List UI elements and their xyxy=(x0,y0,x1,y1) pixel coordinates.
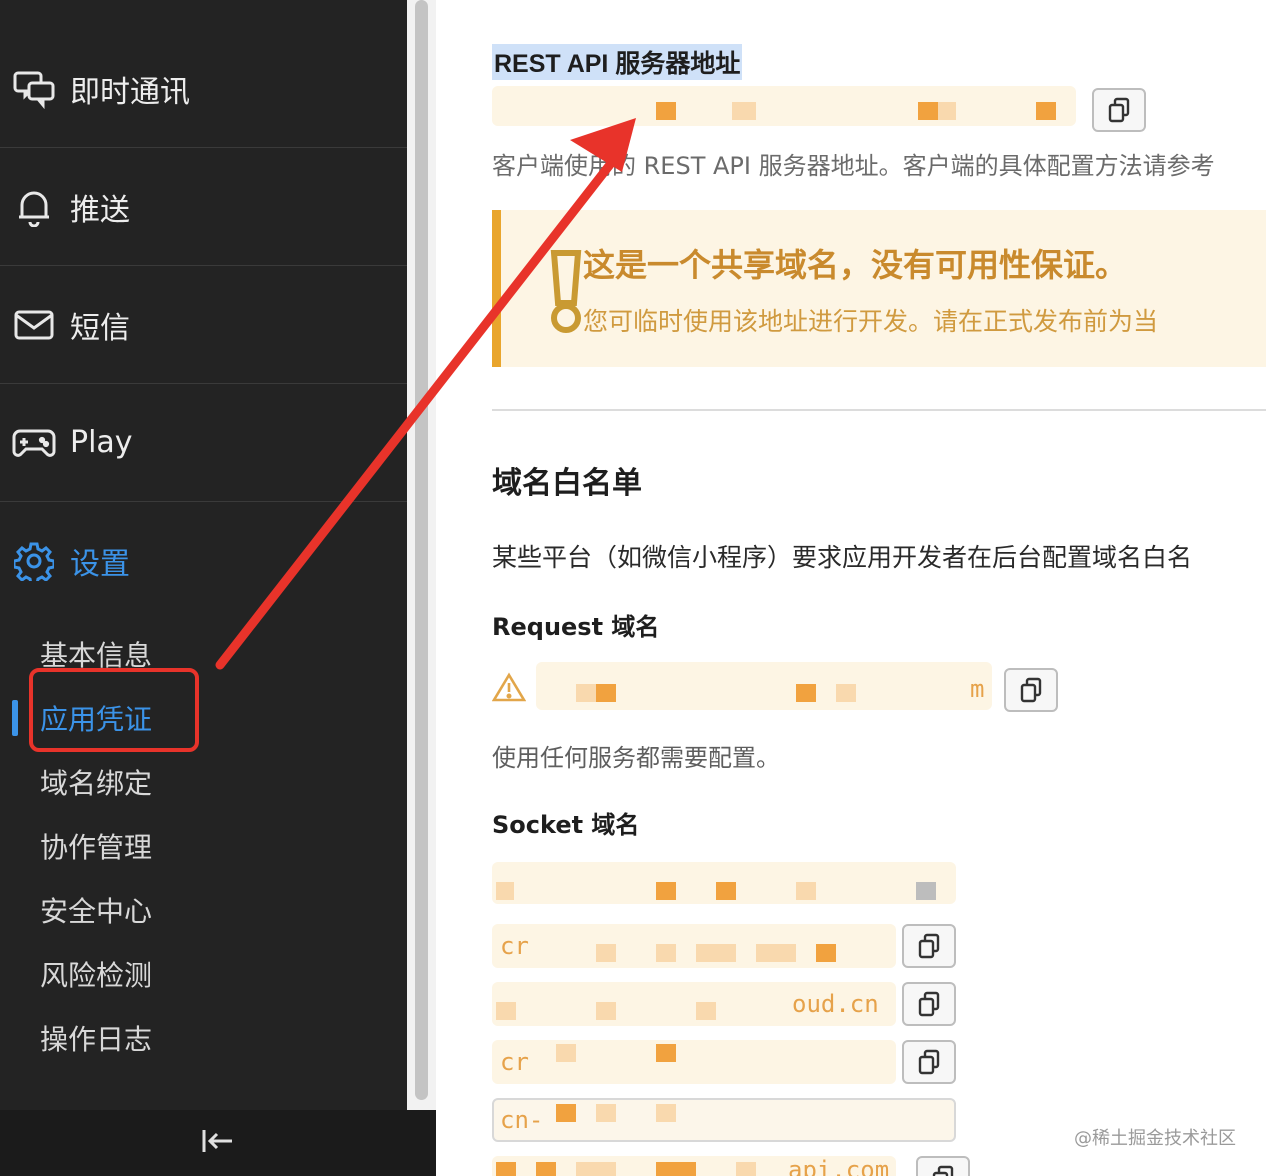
request-domain-fragment: m xyxy=(970,675,985,703)
copy-icon xyxy=(918,933,940,959)
nav-item-label: 推送 xyxy=(70,192,130,228)
nav-item-label: 即时通讯 xyxy=(70,74,190,110)
bell-icon xyxy=(12,185,56,229)
nav-item-label: Play xyxy=(70,425,133,460)
redaction-block xyxy=(576,684,596,702)
redaction-block xyxy=(656,1104,676,1122)
sub-item-domain-binding[interactable]: 域名绑定 xyxy=(40,762,152,802)
sub-item-collaboration[interactable]: 协作管理 xyxy=(40,826,152,866)
redaction-block xyxy=(596,944,616,962)
redaction-block xyxy=(816,944,836,962)
socket-domain-fragment: cr xyxy=(500,1048,529,1076)
section-divider xyxy=(492,409,1266,411)
redaction-block xyxy=(918,102,938,120)
socket-domain-label: Socket 域名 xyxy=(492,811,640,839)
warning-title: 这是一个共享域名，没有可用性保证。 xyxy=(583,246,1128,284)
nav-item-label: 短信 xyxy=(70,310,130,346)
main-content: REST API 服务器地址 客户端使用的 REST API 服务器地址。客户端… xyxy=(436,0,1266,1176)
redaction-block xyxy=(496,1162,516,1176)
socket-domain-fragment: cr xyxy=(500,932,529,960)
redaction-block xyxy=(1036,102,1056,120)
nav-item-play[interactable]: Play xyxy=(0,384,407,502)
copy-icon xyxy=(918,991,940,1017)
domain-whitelist-description: 某些平台（如微信小程序）要求应用开发者在后台配置域名白名 xyxy=(492,543,1193,572)
copy-socket-domain-button[interactable] xyxy=(902,924,956,968)
annotation-highlight-box xyxy=(29,668,199,752)
sub-item-security-center[interactable]: 安全中心 xyxy=(40,890,152,930)
redaction-block xyxy=(656,1044,676,1062)
nav-item-im[interactable]: 即时通讯 xyxy=(0,30,407,148)
redaction-block xyxy=(596,684,616,702)
chat-icon xyxy=(12,67,56,111)
copy-socket-domain-button[interactable] xyxy=(902,1040,956,1084)
sub-item-risk-detection[interactable]: 风险检测 xyxy=(40,954,152,994)
copy-request-domain-button[interactable] xyxy=(1004,668,1058,712)
warning-triangle-icon xyxy=(491,672,527,707)
socket-domain-fragment: oud.cn xyxy=(792,990,879,1018)
sub-item-operation-log[interactable]: 操作日志 xyxy=(40,1018,152,1058)
socket-domain-redacted-row xyxy=(492,1040,896,1084)
redaction-block xyxy=(732,102,756,120)
redaction-block xyxy=(596,1104,616,1122)
nav-item-label: 设置 xyxy=(70,547,130,582)
redaction-block xyxy=(596,1002,616,1020)
redaction-block xyxy=(836,684,856,702)
redaction-block xyxy=(696,1002,716,1020)
redaction-block xyxy=(536,1162,556,1176)
nav-item-sms[interactable]: 短信 xyxy=(0,266,407,384)
redaction-block xyxy=(556,1104,576,1122)
collapse-left-icon[interactable] xyxy=(201,1128,235,1159)
copy-button[interactable] xyxy=(1092,88,1146,132)
warning-exclamation-icon xyxy=(544,248,588,341)
redaction-block xyxy=(656,944,676,962)
redaction-block xyxy=(556,1044,576,1062)
copy-icon xyxy=(918,1049,940,1075)
sidebar: 即时通讯 推送 短信 Play 设置 基本信息 应用凭证 域名绑定 协作管理 安… xyxy=(0,0,407,1110)
redaction-block xyxy=(736,1162,756,1176)
mail-icon xyxy=(12,303,56,347)
copy-icon xyxy=(1020,677,1042,703)
rest-api-title: REST API 服务器地址 xyxy=(492,44,743,80)
redaction-block xyxy=(576,1162,616,1176)
sidebar-footer xyxy=(0,1110,436,1176)
nav-item-settings[interactable]: 设置 xyxy=(0,502,407,620)
redaction-block xyxy=(796,882,816,900)
warning-callout xyxy=(492,210,1266,367)
active-indicator xyxy=(12,700,18,736)
redaction-block xyxy=(656,102,676,120)
socket-domain-fragment: cn- xyxy=(500,1106,544,1134)
redaction-block xyxy=(938,102,956,120)
copy-socket-domain-button[interactable] xyxy=(902,982,956,1026)
redaction-block xyxy=(496,882,514,900)
watermark: @稀土掘金技术社区 xyxy=(1074,1128,1236,1149)
rest-api-url-redacted xyxy=(492,86,1076,126)
nav-item-push[interactable]: 推送 xyxy=(0,148,407,266)
sidebar-scrollbar-thumb[interactable] xyxy=(415,0,428,1100)
copy-icon xyxy=(1108,97,1130,123)
rest-api-description: 客户端使用的 REST API 服务器地址。客户端的具体配置方法请参考 xyxy=(492,152,1215,180)
request-domain-note: 使用任何服务都需要配置。 xyxy=(492,744,780,772)
domain-whitelist-heading: 域名白名单 xyxy=(492,466,642,501)
redaction-block xyxy=(796,684,816,702)
warning-text: 您可临时使用该地址进行开发。请在正式发布前为当 xyxy=(583,307,1159,336)
copy-icon xyxy=(932,1165,954,1176)
redaction-block xyxy=(656,882,676,900)
gamepad-icon xyxy=(12,421,56,465)
redaction-block xyxy=(696,944,736,962)
redaction-block xyxy=(496,1002,516,1020)
redaction-block xyxy=(656,1162,696,1176)
redaction-block xyxy=(916,882,936,900)
request-domain-label: Request 域名 xyxy=(492,613,660,641)
copy-socket-domain-button[interactable] xyxy=(916,1156,970,1176)
gear-icon xyxy=(12,539,56,583)
redaction-block xyxy=(716,882,736,900)
redaction-block xyxy=(756,944,796,962)
socket-domain-fragment: api.com xyxy=(788,1156,890,1176)
